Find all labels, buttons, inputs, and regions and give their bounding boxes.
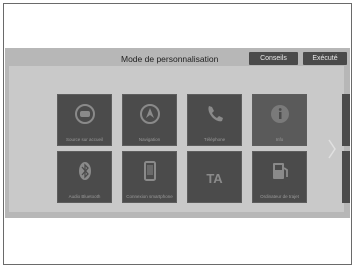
tile-source-home[interactable]: Source sur accueil	[57, 94, 112, 146]
tile-label: Info	[275, 136, 284, 142]
tile-trip-computer[interactable]: Ordinateur de trajet	[252, 151, 307, 203]
page-title: Mode de personnalisation	[121, 54, 219, 64]
bluetooth-icon	[73, 159, 97, 183]
next-page-chevron-icon[interactable]	[327, 138, 337, 160]
tile-bluetooth-audio[interactable]: Audio Bluetooth	[57, 151, 112, 203]
done-button[interactable]: Exécuté	[303, 52, 347, 65]
tile-label: Navigation	[138, 136, 161, 142]
next-page-tile-preview	[342, 151, 350, 203]
info-icon	[268, 102, 292, 126]
source-icon	[73, 102, 97, 126]
tile-label: Audio Bluetooth	[68, 193, 101, 199]
tips-button[interactable]: Conseils	[249, 52, 298, 65]
tile-navigation[interactable]: Navigation	[122, 94, 177, 146]
tile-label: Source sur accueil	[65, 136, 104, 142]
navigation-icon	[138, 102, 162, 126]
tile-ta[interactable]: TA	[187, 151, 242, 203]
trip-computer-icon	[268, 159, 292, 183]
tile-label: Ordinateur de trajet	[260, 193, 299, 199]
ta-icon: TA	[206, 170, 223, 186]
shortcut-panel: Source sur accueil Navigation Téléphone	[9, 66, 350, 212]
smartphone-icon	[138, 159, 162, 183]
tile-smartphone-connection[interactable]: Connexion smartphone	[122, 151, 177, 203]
phone-icon	[203, 102, 227, 126]
tile-label: Téléphone	[203, 136, 226, 142]
tile-label: Connexion smartphone	[126, 193, 173, 199]
tile-phone[interactable]: Téléphone	[187, 94, 242, 146]
next-page-tile-preview	[342, 94, 350, 146]
tile-info[interactable]: Info	[252, 94, 307, 146]
customize-screen: Mode de personnalisation Conseils Exécut…	[5, 48, 350, 218]
